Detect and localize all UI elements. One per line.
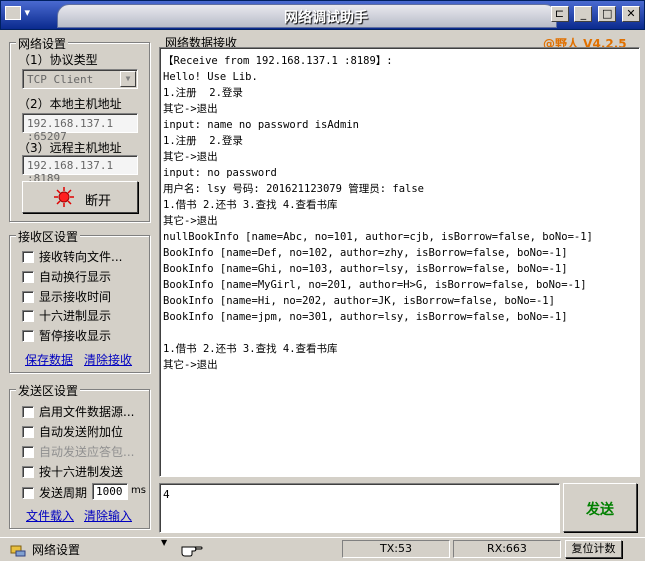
- window-buttons: ⊏ _ □ ✕: [549, 6, 640, 22]
- file-load-link[interactable]: 文件载入: [26, 507, 74, 524]
- maximize-button[interactable]: □: [598, 6, 617, 22]
- disconnect-button[interactable]: 断开: [22, 181, 138, 213]
- network-settings-title: 网络设置: [16, 35, 69, 52]
- receive-line: 其它->退出: [163, 103, 218, 115]
- minimize-button[interactable]: _: [574, 6, 593, 22]
- receive-line: BookInfo [name=MyGirl, no=201, author=H>…: [163, 279, 587, 291]
- connection-led-icon: [54, 187, 74, 207]
- checkbox-box[interactable]: [22, 466, 34, 478]
- checkbox-box[interactable]: [22, 487, 34, 499]
- receive-line: 【Receive from 192.168.137.1 :8189】:: [163, 55, 393, 67]
- clear-input-link[interactable]: 清除输入: [84, 507, 132, 524]
- receive-line: BookInfo [name=Def, no=102, author=zhy, …: [163, 247, 568, 259]
- checkbox-file-source[interactable]: 启用文件数据源...: [22, 403, 134, 419]
- send-button-label: 发送: [586, 502, 614, 518]
- checkbox-label: 发送周期: [39, 486, 88, 500]
- receive-textarea[interactable]: 【Receive from 192.168.137.1 :8189】: Hell…: [159, 47, 640, 477]
- checkbox-label: 十六进制显示: [39, 309, 112, 323]
- checkbox-label: 自动发送应答包...: [39, 445, 135, 459]
- receive-settings-title: 接收区设置: [16, 228, 81, 245]
- checkbox-label: 接收转向文件...: [39, 250, 123, 264]
- reset-count-button[interactable]: 复位计数: [565, 540, 622, 558]
- receive-line: 其它->退出: [163, 151, 218, 163]
- close-button[interactable]: ✕: [622, 6, 640, 22]
- rx-counter: RX:663: [453, 540, 561, 558]
- receive-line: Hello! Use Lib.: [163, 71, 258, 83]
- checkbox-box[interactable]: [22, 310, 34, 322]
- receive-line: 1.注册 2.登录: [163, 135, 243, 147]
- remote-host-field[interactable]: 192.168.137.1 :8189: [22, 155, 138, 185]
- app-icon: [5, 6, 21, 20]
- checkbox-label: 按十六进制发送: [39, 465, 124, 479]
- protocol-select-value: TCP Client: [27, 73, 94, 86]
- status-network-settings: 网络设置: [32, 543, 81, 557]
- send-input[interactable]: 4: [159, 483, 560, 533]
- receive-line: 1.注册 2.登录: [163, 87, 243, 99]
- disconnect-button-label: 断开: [85, 194, 112, 209]
- checkbox-label: 显示接收时间: [39, 290, 112, 304]
- checkbox-hex-send[interactable]: 按十六进制发送: [22, 463, 123, 479]
- checkbox-box[interactable]: [22, 426, 34, 438]
- checkbox-box[interactable]: [22, 271, 34, 283]
- protocol-select[interactable]: TCP Client ▼: [22, 69, 138, 89]
- checkbox-box[interactable]: [22, 251, 34, 263]
- receive-settings-group: 接收区设置 接收转向文件... 自动换行显示 显示接收时间 十六进制显示 暂停接…: [9, 228, 150, 373]
- send-settings-group: 发送区设置 启用文件数据源... 自动发送附加位 自动发送应答包... 按十六进…: [9, 382, 150, 529]
- checkbox-box[interactable]: [22, 406, 34, 418]
- checkbox-label: 暂停接收显示: [39, 329, 112, 343]
- checkbox-recv-to-file[interactable]: 接收转向文件...: [22, 248, 122, 264]
- send-period-input[interactable]: 1000: [92, 483, 128, 500]
- checkbox-auto-reply[interactable]: 自动发送应答包...: [22, 443, 134, 459]
- status-bar: 网络设置 ▼ TX:53 RX:663 复位计数: [0, 537, 645, 561]
- checkbox-label: 自动发送附加位: [39, 425, 124, 439]
- pointing-hand-icon: [181, 546, 203, 557]
- protocol-label: （1）协议类型: [18, 53, 98, 67]
- receive-line: BookInfo [name=Ghi, no=103, author=lsy, …: [163, 263, 568, 275]
- receive-line: input: name no password isAdmin: [163, 119, 359, 131]
- checkbox-hex-display[interactable]: 十六进制显示: [22, 307, 111, 323]
- chevron-down-icon: ▾: [24, 6, 31, 19]
- receive-line: 其它->退出: [163, 215, 218, 227]
- checkbox-box[interactable]: [22, 291, 34, 303]
- checkbox-send-period[interactable]: 发送周期: [22, 484, 87, 500]
- title-bar: ▾ 网络调试助手 ⊏ _ □ ✕: [0, 0, 645, 30]
- checkbox-show-time[interactable]: 显示接收时间: [22, 288, 111, 304]
- receive-line: [163, 325, 636, 341]
- receive-line: 其它->退出: [163, 359, 218, 371]
- send-settings-title: 发送区设置: [16, 382, 81, 399]
- receive-line: BookInfo [name=jpm, no=301, author=lsy, …: [163, 311, 568, 323]
- clear-receive-link[interactable]: 清除接收: [84, 351, 132, 368]
- checkbox-auto-append[interactable]: 自动发送附加位: [22, 423, 123, 439]
- receive-line: input: no password: [163, 167, 277, 179]
- checkbox-box[interactable]: [22, 330, 34, 342]
- checkbox-box[interactable]: [22, 446, 34, 458]
- remote-host-label: （3）远程主机地址: [18, 141, 122, 155]
- system-menu[interactable]: ▾: [5, 6, 45, 26]
- receive-line: 用户名: lsy 号码: 201621123079 管理员: false: [163, 183, 425, 195]
- window-title: 网络调试助手: [284, 10, 368, 26]
- receive-line: BookInfo [name=Hi, no=202, author=JK, is…: [163, 295, 555, 307]
- send-period-unit: ms: [131, 485, 146, 496]
- pin-button[interactable]: ⊏: [550, 6, 569, 22]
- receive-line: 1.借书 2.还书 3.查找 4.查看书库: [163, 343, 338, 355]
- checkbox-label: 启用文件数据源...: [39, 405, 135, 419]
- receive-line: nullBookInfo [name=Abc, no=101, author=c…: [163, 231, 593, 243]
- status-arrow-icon: ▼: [161, 538, 168, 547]
- local-host-field[interactable]: 192.168.137.1 :65207: [22, 113, 138, 143]
- checkbox-label: 自动换行显示: [39, 270, 112, 284]
- send-button[interactable]: 发送: [563, 483, 637, 532]
- network-icon: [10, 545, 26, 557]
- network-settings-group: 网络设置 （1）协议类型 TCP Client ▼ （2）本地主机地址 192.…: [9, 35, 150, 222]
- receive-line: 1.借书 2.还书 3.查找 4.查看书库: [163, 199, 338, 211]
- save-data-link[interactable]: 保存数据: [25, 351, 73, 368]
- checkbox-pause-display[interactable]: 暂停接收显示: [22, 327, 111, 343]
- dropdown-arrow-icon: ▼: [120, 71, 136, 87]
- tx-counter: TX:53: [342, 540, 450, 558]
- checkbox-auto-wrap[interactable]: 自动换行显示: [22, 268, 111, 284]
- local-host-label: （2）本地主机地址: [18, 97, 122, 111]
